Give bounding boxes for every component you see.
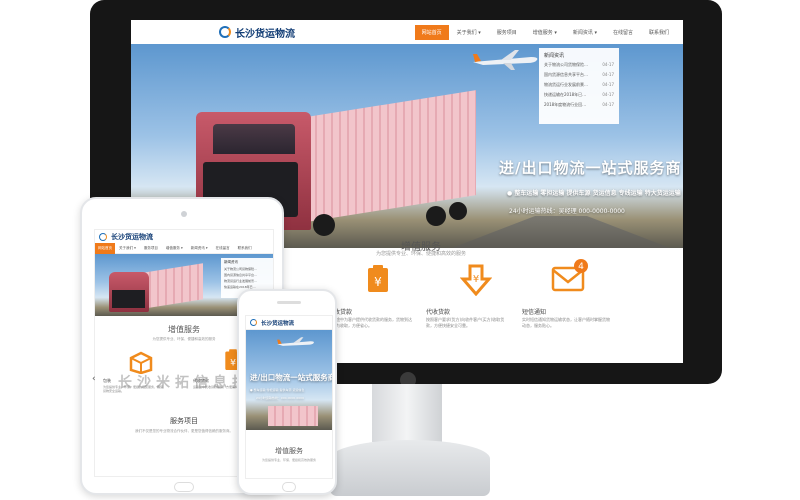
hero-headline: 进/出口物流一站式服务商 bbox=[499, 159, 682, 177]
truck-grill bbox=[112, 290, 145, 308]
hero-headline: 进/出口物流一站式服务商 bbox=[250, 373, 332, 382]
nav-item-news[interactable]: 新闻资讯 ▾ bbox=[187, 243, 212, 254]
logo-text: 长沙货运物流 bbox=[235, 28, 295, 40]
service-desc: 按照客户要求(货方)向收件客户(买方)收取货款，方便快捷安全可靠。 bbox=[426, 317, 505, 328]
services-subtitle: 为您提供专业、环保、便捷和高效的服务 bbox=[375, 251, 466, 257]
tablet-nav: 网站首页 关于我们 ▾ 服务项目 增值服务 ▾ 新闻资讯 ▾ 在线留言 联系我们 bbox=[95, 243, 273, 254]
service-name: 代收货款 bbox=[426, 309, 451, 316]
carousel-prev-icon[interactable]: ‹ bbox=[92, 374, 96, 384]
nav-item-contact[interactable]: 联系我们 bbox=[234, 243, 256, 254]
nav-item-about[interactable]: 关于我们 ▾ bbox=[449, 25, 489, 40]
nav-item-message[interactable]: 在线留言 bbox=[605, 25, 641, 40]
service-name: 短信通知 bbox=[522, 309, 547, 316]
nav-item-value[interactable]: 增值服务 ▾ bbox=[525, 25, 565, 40]
nav-item-contact[interactable]: 联系我们 bbox=[641, 25, 677, 40]
news-item[interactable]: 2018年度物流行业回… 04-17 bbox=[544, 102, 614, 108]
service-desc: 运输途中为客户提供代收货款的服务，货物到达后代为收取，方便省心。 bbox=[328, 317, 412, 328]
services-subtitle: 为您提供专业、环保、便捷和高效的服务 bbox=[261, 458, 316, 462]
nav-item-home[interactable]: 网站首页 bbox=[414, 24, 449, 40]
nav-item-message[interactable]: 在线留言 bbox=[212, 243, 234, 254]
site-logo[interactable]: 长沙货运物流 bbox=[99, 232, 153, 242]
yen-clipboard-icon: ¥ bbox=[368, 265, 388, 292]
news-panel-title: 新闻资讯 bbox=[544, 53, 565, 59]
news-panel: 新闻资讯 关于物流公司货物保险… 04-17 国内货源信息共享平台… 04-17 物… bbox=[539, 48, 619, 124]
logo-mark-icon bbox=[219, 26, 231, 38]
site-logo[interactable]: 长沙货运物流 bbox=[250, 319, 294, 327]
truck-windshield bbox=[213, 124, 295, 154]
news-item[interactable]: 快递运输在2018年已… 04-17 bbox=[544, 92, 614, 98]
svg-text:¥: ¥ bbox=[473, 274, 479, 285]
monitor-stand-neck bbox=[372, 384, 442, 442]
tablet-camera bbox=[181, 211, 187, 217]
logo-mark-icon bbox=[250, 319, 257, 326]
services-title: 增值服务 bbox=[275, 447, 303, 455]
service-card[interactable]: ¥ bbox=[441, 264, 511, 300]
service-name: 包装 bbox=[103, 378, 111, 383]
nav-item-news[interactable]: 新闻资讯 ▾ bbox=[565, 25, 605, 40]
svg-text:¥: ¥ bbox=[230, 357, 236, 368]
desktop-header: 长沙货运物流 网站首页 关于我们 ▾ 服务项目 增值服务 ▾ 新闻资讯 ▾ 在线… bbox=[131, 20, 683, 44]
phone-home-button[interactable] bbox=[282, 482, 296, 492]
yen-download-icon: ¥ bbox=[459, 264, 493, 297]
news-item[interactable]: 国内货源信息共享平台… 04-17 bbox=[544, 72, 614, 78]
service-desc: 实时短信通知货物运输状态，让客户随时掌握货物动态，服务贴心。 bbox=[522, 317, 610, 328]
hero-hotline: 24小时运输热线：吴经理 000-0000-0000 bbox=[509, 208, 625, 215]
phone-hero-banner: 进/出口物流一站式服务商 ● 整车运输 零担运输 提供车源 货运信息 24小时运… bbox=[246, 330, 332, 430]
nav-item-value[interactable]: 增值服务 ▾ bbox=[162, 243, 187, 254]
nav-item-services[interactable]: 服务项目 bbox=[140, 243, 162, 254]
news-panel-title: 新闻资讯 bbox=[224, 260, 238, 264]
tablet-home-button[interactable] bbox=[174, 482, 194, 492]
truck-wheel bbox=[449, 202, 467, 220]
svg-text:¥: ¥ bbox=[374, 275, 382, 289]
nav-item-about[interactable]: 关于我们 ▾ bbox=[115, 243, 140, 254]
truck-trailer bbox=[143, 263, 203, 309]
truck-trailer bbox=[268, 406, 318, 426]
tablet-header: 长沙货运物流 bbox=[95, 230, 273, 244]
truck-trailer bbox=[301, 90, 476, 223]
airplane-icon bbox=[277, 337, 314, 346]
airplane-icon bbox=[473, 50, 538, 70]
mail-icon: 4 bbox=[551, 259, 588, 292]
hero-tags: ● 整车运输 零担运输 提供车源 货运信息 bbox=[250, 388, 305, 392]
news-item[interactable]: 物流货运行业发展前景… 04-17 bbox=[544, 82, 614, 88]
phone-device: 长沙货运物流 进/出口物流一站式服务商 ● 整车运输 零担运输 提供车源 货运信… bbox=[237, 289, 337, 495]
nav-item-home[interactable]: 网站首页 bbox=[95, 243, 115, 254]
truck-wheel bbox=[426, 206, 446, 226]
nav-item-services[interactable]: 服务项目 bbox=[489, 25, 525, 40]
hero-tags: ● 整车运输 零担运输 提供车源 货运信息 专线运输 特大货运运输 bbox=[507, 190, 681, 197]
phone-speaker bbox=[277, 301, 301, 304]
devices-showcase: 长沙货运物流 网站首页 关于我们 ▾ 服务项目 增值服务 ▾ 新闻资讯 ▾ 在线… bbox=[0, 0, 800, 500]
hero-hotline: 24小时运输热线：000-0000-0000 bbox=[256, 396, 304, 400]
phone-screen: 长沙货运物流 进/出口物流一站式服务商 ● 整车运输 零担运输 提供车源 货运信… bbox=[245, 315, 333, 479]
news-item[interactable]: 国内货源信息共享平台… bbox=[224, 273, 270, 277]
logo-text: 长沙货运物流 bbox=[111, 233, 153, 241]
desktop-nav: 网站首页 关于我们 ▾ 服务项目 增值服务 ▾ 新闻资讯 ▾ 在线留言 联系我们 bbox=[414, 24, 677, 40]
news-item[interactable]: 物流货运行业发展前景… bbox=[224, 279, 270, 283]
service-card[interactable]: ¥ bbox=[343, 264, 413, 298]
news-item[interactable]: 关于物流公司货物保险… 04-17 bbox=[544, 62, 614, 68]
svg-text:4: 4 bbox=[578, 262, 584, 272]
phone-header: 长沙货运物流 bbox=[246, 316, 332, 330]
site-logo[interactable]: 长沙货运物流 bbox=[219, 25, 295, 40]
box-icon bbox=[129, 351, 153, 374]
logo-text: 长沙货运物流 bbox=[261, 320, 295, 327]
truck-wheel bbox=[313, 214, 335, 236]
service-card[interactable]: 4 bbox=[536, 258, 606, 300]
monitor-stand-base bbox=[330, 440, 490, 496]
logo-mark-icon bbox=[99, 233, 107, 241]
news-item[interactable]: 关于物流公司货物保险… bbox=[224, 267, 270, 271]
